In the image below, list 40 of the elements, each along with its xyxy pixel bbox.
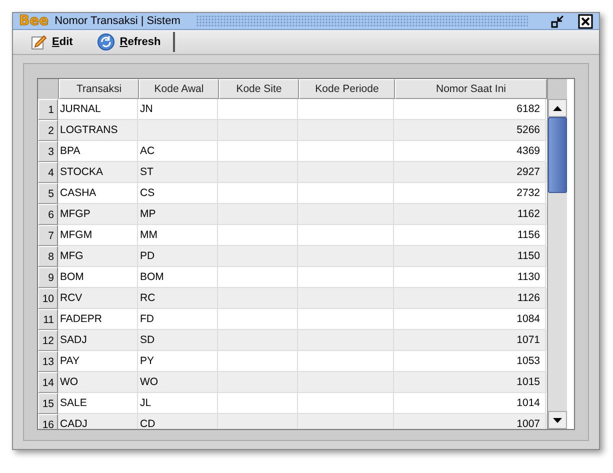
edit-button[interactable]: Edit	[15, 32, 81, 52]
row-number: 16	[38, 414, 58, 429]
row-number: 11	[38, 309, 58, 330]
row-number: 8	[38, 246, 58, 267]
row-number: 3	[38, 141, 58, 162]
header-corner	[548, 79, 567, 99]
column-header[interactable]: Kode Awal	[139, 79, 219, 99]
refresh-button[interactable]: Refresh	[80, 32, 169, 52]
app-logo: Bee	[19, 13, 49, 30]
scrollbar[interactable]	[547, 79, 567, 429]
table-cell: CADJ	[58, 414, 138, 429]
row-number: 7	[38, 225, 58, 246]
pencil-icon	[31, 34, 47, 50]
up-arrow-icon	[553, 106, 562, 110]
row-number: 12	[38, 330, 58, 351]
scroll-thumb[interactable]	[548, 117, 567, 193]
scroll-down-button[interactable]	[548, 411, 567, 429]
header-corner	[38, 79, 59, 99]
row-number: 14	[38, 372, 58, 393]
table-cell: CD	[138, 414, 218, 429]
row-number: 9	[38, 267, 58, 288]
row-number: 1	[38, 99, 58, 120]
row-number: 2	[38, 120, 58, 141]
down-arrow-icon	[553, 418, 562, 422]
column-header[interactable]: Kode Site	[219, 79, 299, 99]
row-number: 4	[38, 162, 58, 183]
close-icon[interactable]	[578, 14, 593, 29]
column-header[interactable]: Transaksi	[59, 79, 139, 99]
row-number: 15	[38, 393, 58, 414]
table-cell: 1007	[394, 414, 546, 429]
restore-icon[interactable]	[550, 13, 566, 30]
row-number: 13	[38, 351, 58, 372]
scroll-up-button[interactable]	[548, 99, 567, 117]
refresh-icon	[96, 33, 115, 52]
row-number: 5	[38, 183, 58, 204]
column-header[interactable]: Nomor Saat Ini	[395, 79, 547, 99]
column-header[interactable]: Kode Periode	[299, 79, 395, 99]
row-number: 6	[38, 204, 58, 225]
window-title: Nomor Transaksi | Sistem	[54, 15, 180, 28]
row-number: 10	[38, 288, 58, 309]
